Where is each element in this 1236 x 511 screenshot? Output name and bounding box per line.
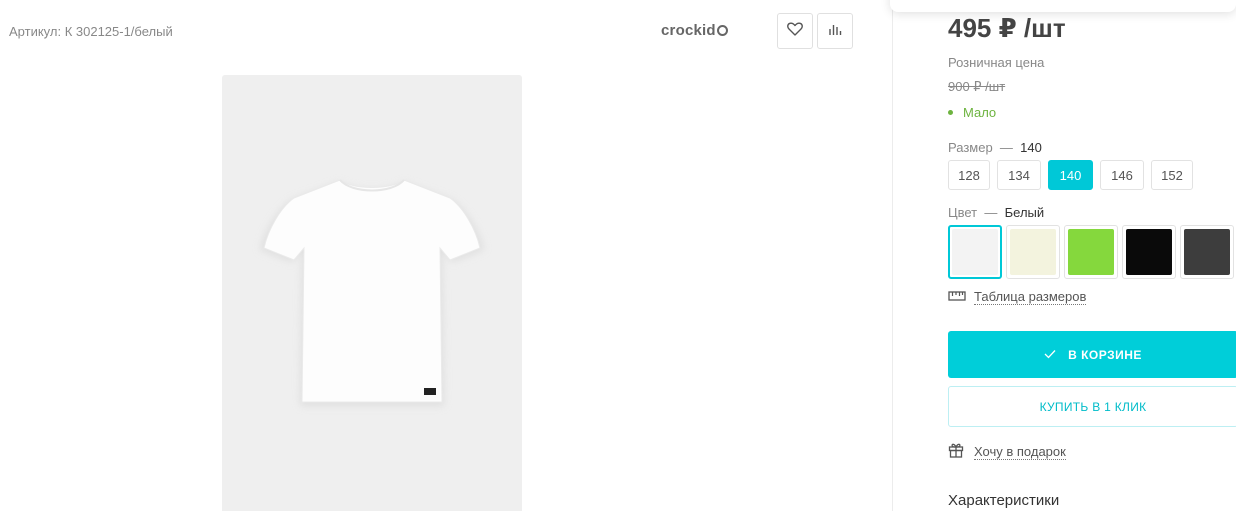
popup-panel [890, 0, 1236, 12]
size-option[interactable]: 134 [997, 160, 1041, 190]
in-cart-label: В КОРЗИНЕ [1068, 347, 1142, 362]
stock-text: Мало [963, 105, 997, 120]
color-swatch-black[interactable] [1122, 225, 1176, 279]
color-swatch-green[interactable] [1064, 225, 1118, 279]
tshirt-image [260, 179, 484, 406]
brand-name: crockid [661, 22, 716, 39]
current-price: 495 ₽ /шт [948, 13, 1066, 43]
compare-button[interactable] [817, 13, 853, 49]
price-label: Розничная цена [948, 55, 1045, 70]
size-selector: 128 134 140 146 152 [948, 160, 1200, 190]
column-divider [892, 0, 893, 511]
size-option[interactable]: 128 [948, 160, 990, 190]
selected-color: Белый [1004, 205, 1045, 220]
stock-dot-icon [948, 110, 953, 115]
color-swatch-cream[interactable] [1006, 225, 1060, 279]
size-option[interactable]: 146 [1100, 160, 1144, 190]
characteristics-heading[interactable]: Характеристики [948, 492, 1059, 509]
favorite-button[interactable] [777, 13, 813, 49]
gift-icon [948, 442, 964, 461]
product-sku: Артикул: К 302125-1/белый [9, 24, 173, 39]
size-option-selected[interactable]: 140 [1048, 160, 1093, 190]
buy-one-click-button[interactable]: КУПИТЬ В 1 КЛИК [948, 386, 1236, 427]
heart-icon [787, 21, 803, 41]
in-cart-button[interactable]: В КОРЗИНЕ [948, 331, 1236, 378]
bar-chart-icon [828, 22, 842, 41]
brand-logo[interactable]: crockid [661, 22, 728, 39]
color-label: Цвет — Белый [948, 205, 1045, 220]
check-icon [1044, 348, 1068, 362]
size-table-link[interactable]: Таблица размеров [948, 289, 1087, 305]
stock-status: Мало [948, 105, 996, 120]
ruler-icon [948, 290, 966, 305]
gift-text: Хочу в подарок [974, 443, 1066, 460]
color-swatch-graphite[interactable] [1180, 225, 1234, 279]
gift-link[interactable]: Хочу в подарок [948, 442, 1066, 461]
old-price: 900 ₽ /шт [948, 79, 1006, 94]
size-table-text: Таблица размеров [974, 289, 1087, 305]
size-label: Размер — 140 [948, 140, 1042, 155]
size-option[interactable]: 152 [1151, 160, 1193, 190]
selected-size: 140 [1020, 140, 1042, 155]
color-selector [948, 225, 1236, 279]
brand-mark-icon [716, 25, 728, 36]
product-photo[interactable] [222, 75, 522, 511]
color-swatch-white[interactable] [948, 225, 1002, 279]
